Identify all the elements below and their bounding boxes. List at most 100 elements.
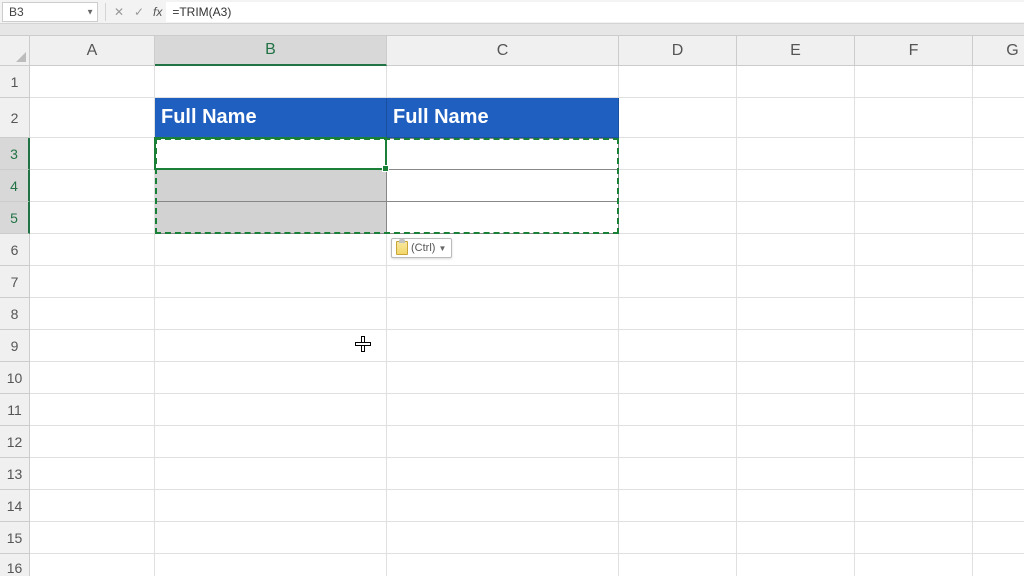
cell-C8[interactable] xyxy=(387,298,619,330)
cell-G2[interactable] xyxy=(973,98,1024,138)
cell-B13[interactable] xyxy=(155,458,387,490)
row-header-1[interactable]: 1 xyxy=(0,66,30,98)
cell-C2[interactable]: Full Name xyxy=(387,98,619,138)
cell-D6[interactable] xyxy=(619,234,737,266)
cell-G13[interactable] xyxy=(973,458,1024,490)
cell-E14[interactable] xyxy=(737,490,855,522)
cancel-formula-button[interactable]: ✕ xyxy=(109,2,129,22)
cell-C1[interactable] xyxy=(387,66,619,98)
cell-C11[interactable] xyxy=(387,394,619,426)
cell-C7[interactable] xyxy=(387,266,619,298)
column-header-B[interactable]: B xyxy=(155,36,387,66)
cell-G11[interactable] xyxy=(973,394,1024,426)
row-header-16[interactable]: 16 xyxy=(0,554,30,576)
row-header-4[interactable]: 4 xyxy=(0,170,30,202)
select-all-triangle[interactable] xyxy=(0,36,30,66)
paste-options-button[interactable]: (Ctrl) ▼ xyxy=(391,238,452,258)
cell-G16[interactable] xyxy=(973,554,1024,576)
cell-B4[interactable] xyxy=(155,170,387,202)
cell-E15[interactable] xyxy=(737,522,855,554)
cell-D9[interactable] xyxy=(619,330,737,362)
cell-E2[interactable] xyxy=(737,98,855,138)
cell-E16[interactable] xyxy=(737,554,855,576)
cell-B7[interactable] xyxy=(155,266,387,298)
cell-E13[interactable] xyxy=(737,458,855,490)
row-header-13[interactable]: 13 xyxy=(0,458,30,490)
cell-G7[interactable] xyxy=(973,266,1024,298)
cell-C9[interactable] xyxy=(387,330,619,362)
cell-C12[interactable] xyxy=(387,426,619,458)
cell-A6[interactable] xyxy=(30,234,155,266)
cell-B2[interactable]: Full Name xyxy=(155,98,387,138)
cell-F10[interactable] xyxy=(855,362,973,394)
cell-A7[interactable] xyxy=(30,266,155,298)
cell-F4[interactable] xyxy=(855,170,973,202)
cell-B10[interactable] xyxy=(155,362,387,394)
cell-F2[interactable] xyxy=(855,98,973,138)
cell-A4[interactable] xyxy=(30,170,155,202)
cell-D5[interactable] xyxy=(619,202,737,234)
cell-B16[interactable] xyxy=(155,554,387,576)
cell-D12[interactable] xyxy=(619,426,737,458)
cell-G10[interactable] xyxy=(973,362,1024,394)
cell-A5[interactable] xyxy=(30,202,155,234)
cell-G5[interactable] xyxy=(973,202,1024,234)
cell-E10[interactable] xyxy=(737,362,855,394)
cell-D3[interactable] xyxy=(619,138,737,170)
cell-F14[interactable] xyxy=(855,490,973,522)
cell-A9[interactable] xyxy=(30,330,155,362)
cell-F15[interactable] xyxy=(855,522,973,554)
cell-D8[interactable] xyxy=(619,298,737,330)
cell-B8[interactable] xyxy=(155,298,387,330)
row-header-14[interactable]: 14 xyxy=(0,490,30,522)
cell-D1[interactable] xyxy=(619,66,737,98)
cell-A10[interactable] xyxy=(30,362,155,394)
cell-A8[interactable] xyxy=(30,298,155,330)
accept-formula-button[interactable]: ✓ xyxy=(129,2,149,22)
cell-D2[interactable] xyxy=(619,98,737,138)
cell-A12[interactable] xyxy=(30,426,155,458)
cell-C15[interactable] xyxy=(387,522,619,554)
cell-B5[interactable] xyxy=(155,202,387,234)
cell-E11[interactable] xyxy=(737,394,855,426)
column-header-C[interactable]: C xyxy=(387,36,619,66)
cell-E5[interactable] xyxy=(737,202,855,234)
column-header-G[interactable]: G xyxy=(973,36,1024,66)
cell-G14[interactable] xyxy=(973,490,1024,522)
cell-E8[interactable] xyxy=(737,298,855,330)
cell-B15[interactable] xyxy=(155,522,387,554)
cell-F1[interactable] xyxy=(855,66,973,98)
cell-B14[interactable] xyxy=(155,490,387,522)
row-header-5[interactable]: 5 xyxy=(0,202,30,234)
cell-F11[interactable] xyxy=(855,394,973,426)
cell-A15[interactable] xyxy=(30,522,155,554)
cell-B1[interactable] xyxy=(155,66,387,98)
cell-E7[interactable] xyxy=(737,266,855,298)
row-header-6[interactable]: 6 xyxy=(0,234,30,266)
cell-C4[interactable] xyxy=(387,170,619,202)
cell-G3[interactable] xyxy=(973,138,1024,170)
cell-C16[interactable] xyxy=(387,554,619,576)
cell-A3[interactable] xyxy=(30,138,155,170)
cell-E9[interactable] xyxy=(737,330,855,362)
row-header-7[interactable]: 7 xyxy=(0,266,30,298)
cell-B3[interactable] xyxy=(155,138,387,170)
cell-F7[interactable] xyxy=(855,266,973,298)
cell-G15[interactable] xyxy=(973,522,1024,554)
cell-F6[interactable] xyxy=(855,234,973,266)
cell-E3[interactable] xyxy=(737,138,855,170)
cell-D10[interactable] xyxy=(619,362,737,394)
row-header-11[interactable]: 11 xyxy=(0,394,30,426)
cell-G1[interactable] xyxy=(973,66,1024,98)
cell-A14[interactable] xyxy=(30,490,155,522)
row-header-12[interactable]: 12 xyxy=(0,426,30,458)
cell-E1[interactable] xyxy=(737,66,855,98)
cell-B6[interactable] xyxy=(155,234,387,266)
column-header-A[interactable]: A xyxy=(30,36,155,66)
formula-input[interactable]: =TRIM(A3) xyxy=(166,2,1024,22)
cell-D4[interactable] xyxy=(619,170,737,202)
cell-A11[interactable] xyxy=(30,394,155,426)
cell-D7[interactable] xyxy=(619,266,737,298)
cell-G8[interactable] xyxy=(973,298,1024,330)
row-header-8[interactable]: 8 xyxy=(0,298,30,330)
